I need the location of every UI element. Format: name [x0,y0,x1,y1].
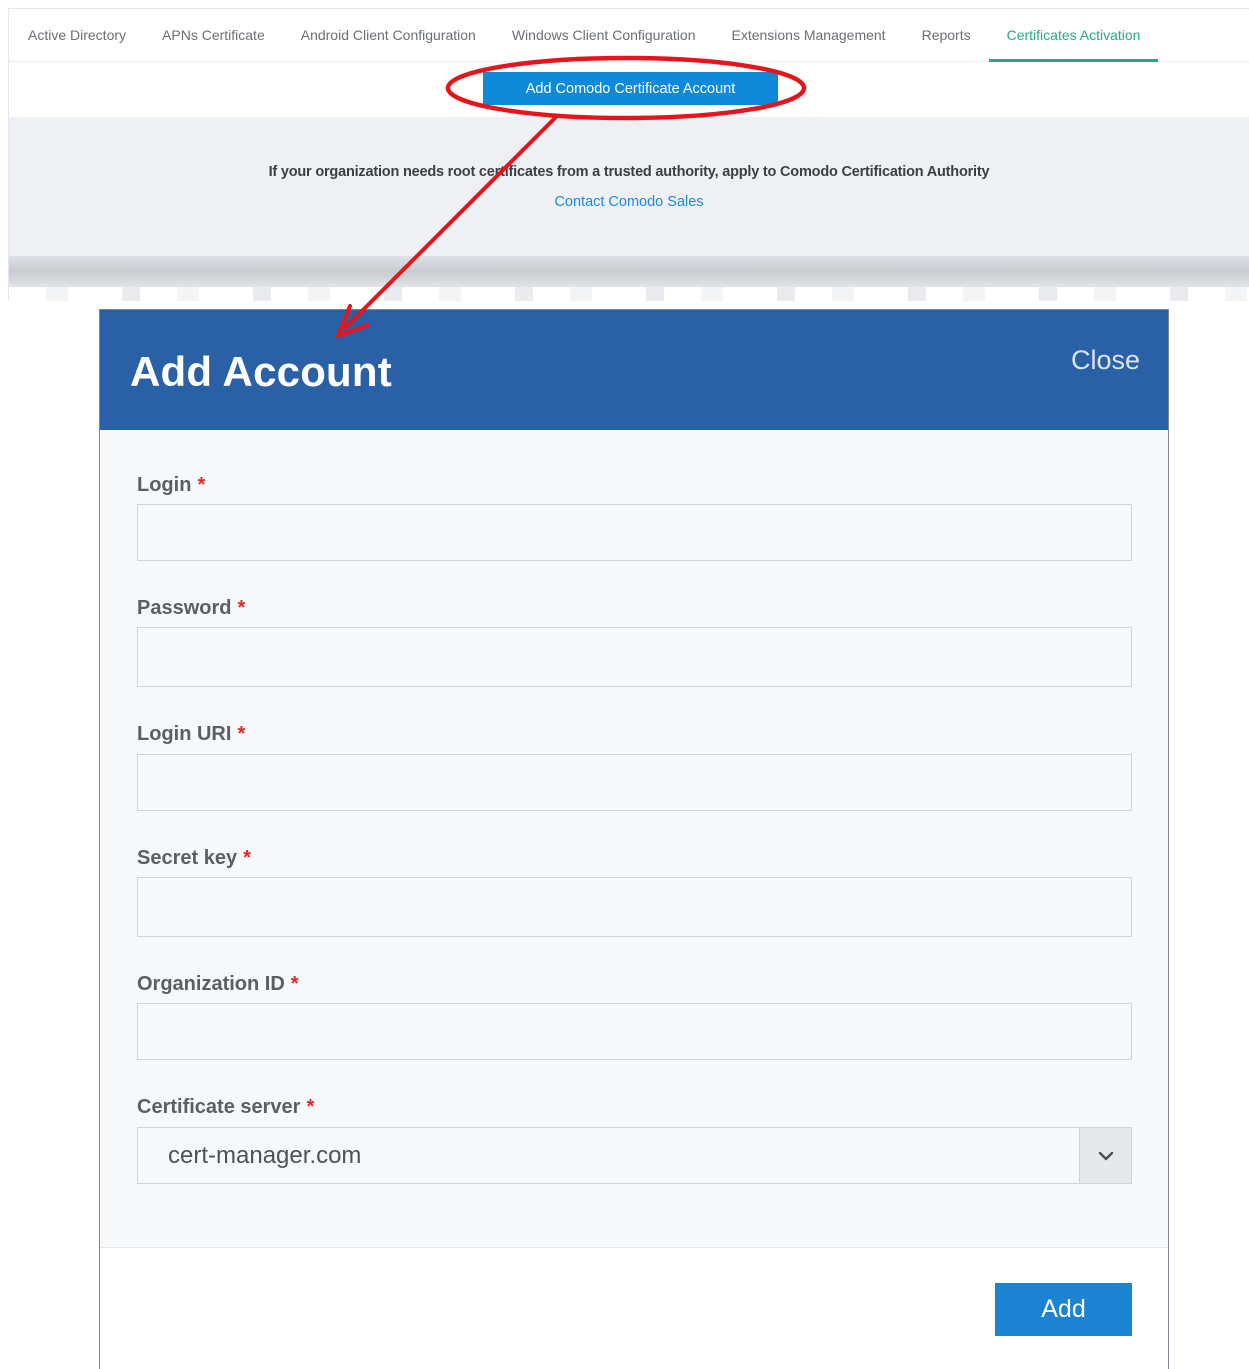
secret-key-input[interactable] [137,877,1132,937]
required-marker: * [237,597,246,619]
tab-extensions-management[interactable]: Extensions Management [713,9,903,62]
add-button[interactable]: Add [995,1283,1132,1336]
tab-active-directory[interactable]: Active Directory [9,9,144,62]
required-marker: * [306,1096,315,1118]
required-marker: * [197,474,206,496]
login-label: Login * [137,474,205,497]
tab-reports[interactable]: Reports [904,9,989,62]
tab-windows-client-configuration[interactable]: Windows Client Configuration [494,9,714,62]
certificate-server-label: Certificate server * [137,1096,314,1119]
password-label-text: Password [137,597,232,619]
chevron-down-icon [1098,1151,1113,1160]
organization-id-input[interactable] [137,1003,1132,1060]
required-marker: * [243,847,251,869]
certificate-server-label-text: Certificate server [137,1096,301,1118]
password-label: Password * [137,597,245,620]
tab-bar: Active Directory APNs Certificate Androi… [9,9,1249,62]
login-input[interactable] [137,504,1132,561]
certificate-server-value: cert-manager.com [168,1142,362,1169]
certificate-server-select[interactable]: cert-manager.com [137,1127,1132,1184]
dialog-header: Add Account Close [100,310,1168,430]
tab-android-client-configuration[interactable]: Android Client Configuration [283,9,494,62]
login-uri-input[interactable] [137,754,1132,811]
secret-key-label-text: Secret key [137,847,238,869]
login-label-text: Login [137,474,192,496]
torn-edge-divider [9,256,1249,301]
required-marker: * [290,973,299,995]
login-uri-label-text: Login URI [137,723,232,745]
info-panel: If your organization needs root certific… [9,117,1249,256]
organization-id-label: Organization ID * [137,973,299,996]
dialog-title: Add Account [130,348,392,395]
info-text: If your organization needs root certific… [268,164,990,180]
tab-apns-certificate[interactable]: APNs Certificate [144,9,283,62]
password-input[interactable] [137,627,1132,687]
required-marker: * [237,723,246,745]
add-comodo-certificate-account-button[interactable]: Add Comodo Certificate Account [483,72,778,105]
add-account-dialog: Add Account Close Login * Password * Login… [99,309,1169,1369]
dialog-footer: Add [100,1248,1168,1369]
secret-key-label: Secret key * [137,847,251,870]
dropdown-toggle[interactable] [1079,1128,1131,1183]
top-panel: Active Directory APNs Certificate Androi… [8,8,1249,301]
organization-id-label-text: Organization ID [137,973,285,995]
tab-certificates-activation[interactable]: Certificates Activation [988,9,1159,62]
close-button[interactable]: Close [1071,345,1140,376]
login-uri-label: Login URI * [137,723,245,746]
contact-sales-link[interactable]: Contact Comodo Sales [9,194,1249,210]
